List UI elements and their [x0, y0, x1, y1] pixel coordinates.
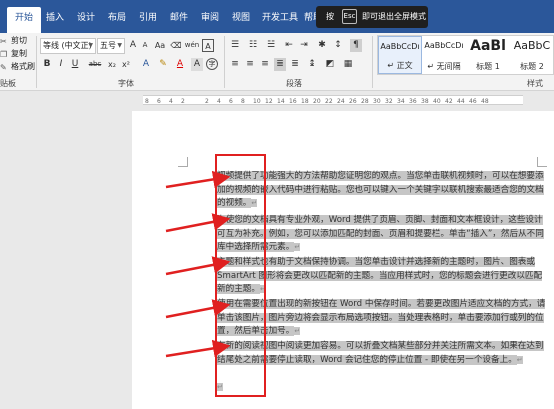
arrow-3 — [165, 256, 231, 276]
arrow-2 — [165, 213, 231, 233]
arrow-1 — [165, 170, 231, 189]
arrow-4 — [165, 299, 231, 319]
annotation-arrows — [165, 170, 231, 358]
arrow-5 — [165, 339, 231, 358]
